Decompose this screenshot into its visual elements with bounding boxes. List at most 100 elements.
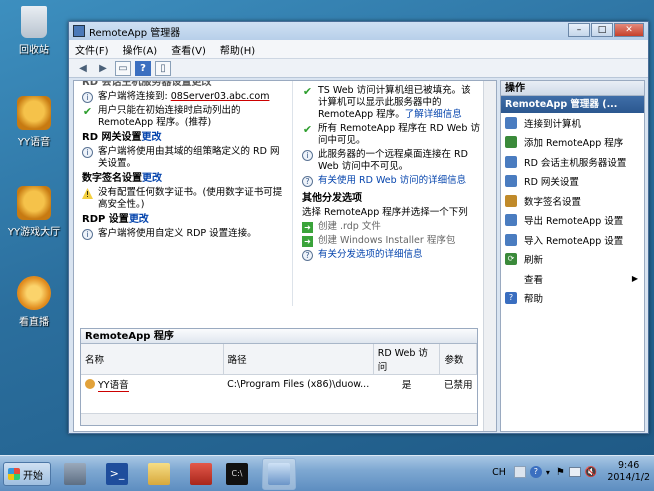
- action-connect-computer[interactable]: 连接到计算机: [501, 113, 644, 133]
- info-icon: i: [82, 147, 93, 158]
- taskbar-remoteapp-manager[interactable]: [262, 458, 296, 490]
- create-msi-link[interactable]: 创建 Windows Installer 程序包: [318, 235, 455, 247]
- live-stream-icon: [17, 276, 51, 310]
- signature-change-link[interactable]: 更改: [142, 173, 162, 184]
- powershell-icon: >_: [106, 463, 128, 485]
- volume-muted-icon[interactable]: 🔇: [585, 467, 597, 478]
- action-label: RD 网关设置: [524, 177, 579, 189]
- menu-help[interactable]: 帮助(H): [220, 42, 255, 57]
- vertical-scrollbar[interactable]: [483, 81, 496, 431]
- learn-more-link[interactable]: 了解详细信息: [405, 109, 462, 120]
- show-action-pane-icon[interactable]: ▯: [155, 60, 171, 76]
- column-header-path[interactable]: 路径: [223, 344, 374, 375]
- info-icon: i: [82, 229, 93, 240]
- rdp-change-link[interactable]: 更改: [129, 214, 149, 225]
- server-manager-icon: [64, 463, 86, 485]
- help-tray-icon[interactable]: ?: [529, 466, 542, 478]
- desktop-icon-label: YY游戏大厅: [7, 227, 61, 238]
- column-header-args[interactable]: 参数: [439, 344, 477, 375]
- gateway-item: i 客户端将使用由其域的组策略定义的 RD 网关设置。: [82, 146, 287, 170]
- yy-program-icon: [85, 379, 95, 389]
- action-add-program[interactable]: 添加 RemoteApp 程序: [501, 133, 644, 153]
- toolbar: ◀ ▶ ▭ ? ▯: [69, 59, 648, 78]
- info-icon: ?: [302, 176, 313, 187]
- action-label: RD 会话主机服务器设置: [524, 157, 627, 169]
- programs-panel-title: RemoteApp 程序: [81, 329, 477, 344]
- create-rdp-item[interactable]: ➜ 创建 .rdp 文件: [302, 221, 480, 233]
- language-indicator[interactable]: CH: [492, 467, 506, 478]
- taskbar-toolbox[interactable]: [184, 458, 218, 490]
- system-tray: CH ? ▾ ⚑ 🔇 9:46 2014/1/2: [492, 460, 650, 484]
- close-button[interactable]: ✕: [614, 23, 644, 37]
- windows-logo-icon: [8, 468, 20, 480]
- add-program-icon: [505, 136, 517, 149]
- menu-file[interactable]: 文件(F): [75, 42, 109, 57]
- distribution-info-link[interactable]: 有关分发选项的详细信息: [318, 249, 423, 261]
- program-name: YY语音: [98, 380, 129, 392]
- show-console-tree-icon[interactable]: ▭: [115, 60, 131, 76]
- rdsh-settings-column: RD 会话主机服务器设置更改 i 客户端将连接到: 08Server03.abc…: [82, 81, 287, 242]
- action-label: 导入 RemoteApp 设置: [524, 235, 624, 247]
- main-pane: RD 会话主机服务器设置更改 i 客户端将连接到: 08Server03.abc…: [73, 80, 497, 432]
- arrow-right-icon: ➜: [302, 236, 313, 247]
- taskbar-powershell[interactable]: >_: [100, 458, 134, 490]
- menu-view[interactable]: 查看(V): [171, 42, 206, 57]
- desktop-icon-recycle-bin[interactable]: 回收站: [4, 6, 64, 56]
- rdsh-settings-heading: RD 会话主机服务器设置更改: [82, 81, 212, 88]
- yy-voice-icon: [17, 96, 51, 130]
- desktop-icon-yy-voice[interactable]: YY语音: [4, 96, 64, 148]
- folder-icon: [148, 463, 170, 485]
- recycle-bin-icon: [21, 6, 47, 38]
- maximize-button[interactable]: □: [591, 23, 613, 37]
- taskbar-explorer[interactable]: [142, 458, 176, 490]
- action-gateway-settings[interactable]: RD 网关设置: [501, 172, 644, 192]
- initial-connect-item: ✔ 用户只能在初始连接时启动列出的 RemoteApp 程序。(推荐): [82, 105, 287, 129]
- web-access-info-link[interactable]: 有关使用 RD Web 访问的详细信息: [318, 175, 466, 187]
- actions-section-header[interactable]: RemoteApp 管理器 (...: [501, 96, 644, 113]
- desktop-icon-live-stream[interactable]: 看直播: [4, 276, 64, 328]
- clock[interactable]: 9:46 2014/1/2: [607, 460, 650, 484]
- create-msi-item[interactable]: ➜ 创建 Windows Installer 程序包: [302, 235, 480, 247]
- horizontal-scrollbar[interactable]: [81, 413, 477, 425]
- input-method-icon[interactable]: [513, 466, 526, 478]
- help-icon[interactable]: ?: [135, 60, 151, 76]
- action-signature-settings[interactable]: 数字签名设置: [501, 191, 644, 211]
- web-access-group-item: ✔ TS Web 访问计算机组已被填充。该计算机可以显示此服务器中的 Remot…: [302, 85, 480, 121]
- clock-time: 9:46: [617, 460, 640, 471]
- info-icon: i: [82, 92, 93, 103]
- initial-connect-text: 用户只能在初始连接时启动列出的 RemoteApp 程序。(推荐): [98, 105, 241, 128]
- toolbox-icon: [190, 463, 212, 485]
- back-arrow-icon[interactable]: ◀: [75, 61, 91, 76]
- title-bar[interactable]: RemoteApp 管理器 – □ ✕: [69, 22, 648, 40]
- action-refresh[interactable]: ⟳ 刷新: [501, 250, 644, 270]
- create-rdp-link[interactable]: 创建 .rdp 文件: [318, 221, 381, 233]
- minimize-button[interactable]: –: [568, 23, 590, 37]
- arrow-right-icon: ➜: [302, 222, 313, 233]
- programs-table: 名称 路径 RD Web 访问 参数 YY语音 C:\Program Files…: [81, 344, 477, 393]
- menu-action[interactable]: 操作(A): [123, 42, 158, 57]
- taskbar-server-manager[interactable]: [58, 458, 92, 490]
- action-rdsh-settings[interactable]: RD 会话主机服务器设置: [501, 152, 644, 172]
- tray-expand-icon[interactable]: ▾: [546, 468, 550, 477]
- gateway-heading-text: RD 网关设置: [82, 132, 142, 143]
- forward-arrow-icon[interactable]: ▶: [95, 61, 111, 76]
- actions-pane: 操作 RemoteApp 管理器 (... 连接到计算机 添加 RemoteAp…: [500, 80, 645, 432]
- taskbar-cmd[interactable]: C:\: [220, 458, 254, 490]
- network-icon[interactable]: [568, 467, 581, 477]
- action-export-settings[interactable]: 导出 RemoteApp 设置: [501, 211, 644, 231]
- info-icon: i: [302, 150, 313, 161]
- action-view[interactable]: 查看 ▶: [501, 269, 644, 289]
- actions-list: 连接到计算机 添加 RemoteApp 程序 RD 会话主机服务器设置 RD 网…: [501, 113, 644, 308]
- column-header-name[interactable]: 名称: [81, 344, 224, 375]
- distribution-info-item[interactable]: ? 有关分发选项的详细信息: [302, 249, 480, 261]
- flag-icon[interactable]: ⚑: [556, 467, 565, 478]
- start-button[interactable]: 开始: [3, 462, 51, 486]
- table-row[interactable]: YY语音 C:\Program Files (x86)\duow... 是 已禁…: [81, 375, 477, 394]
- action-import-settings[interactable]: 导入 RemoteApp 设置: [501, 230, 644, 250]
- desktop-icon-label: 看直播: [19, 317, 49, 328]
- server-settings-icon: [505, 155, 517, 168]
- action-help[interactable]: ? 帮助: [501, 289, 644, 309]
- desktop-icon-yy-game-hall[interactable]: YY游戏大厅: [4, 186, 64, 238]
- gateway-change-link[interactable]: 更改: [141, 132, 161, 143]
- column-header-web-access[interactable]: RD Web 访问: [373, 344, 441, 375]
